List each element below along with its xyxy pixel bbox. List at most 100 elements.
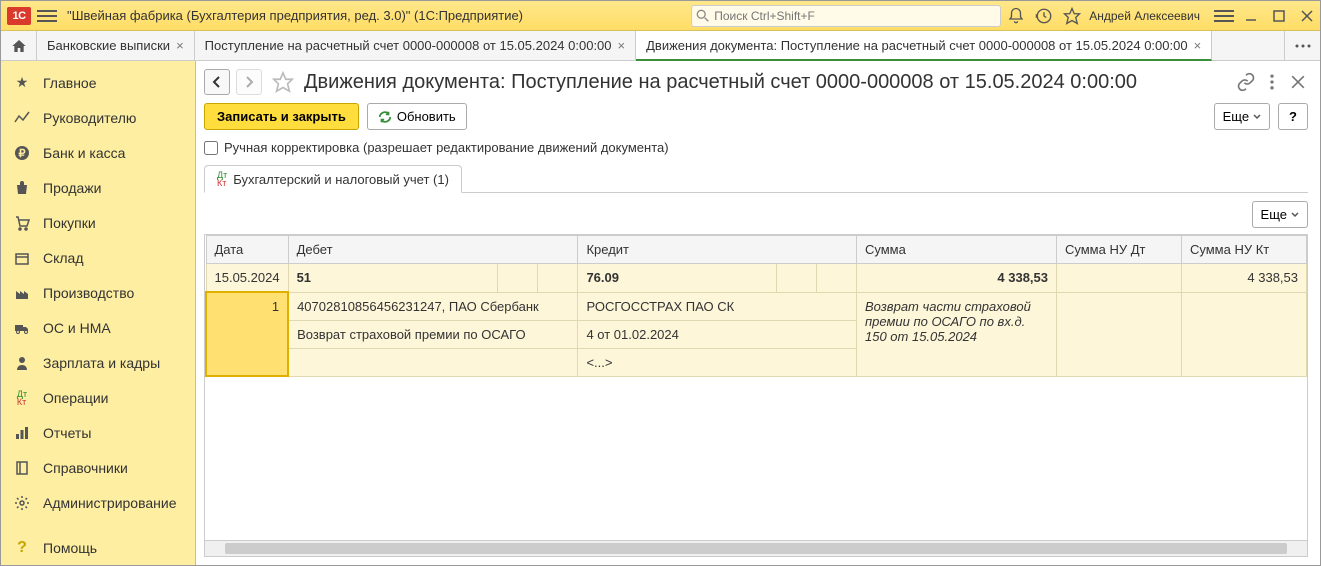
close-icon[interactable] (1300, 9, 1314, 23)
tab-receipt[interactable]: Поступление на расчетный счет 0000-00000… (195, 31, 636, 60)
sidebar-item-reports[interactable]: Отчеты (1, 415, 195, 450)
gear-icon (13, 494, 31, 512)
horizontal-scrollbar[interactable] (205, 540, 1307, 556)
row-number: 1 (206, 292, 288, 376)
save-close-button[interactable]: Записать и закрыть (204, 103, 359, 130)
tab-label: Банковские выписки (47, 38, 170, 53)
book-icon (13, 459, 31, 477)
tab-label: Поступление на расчетный счет 0000-00000… (205, 38, 612, 53)
header-nukt[interactable]: Сумма НУ Кт (1182, 236, 1307, 264)
back-button[interactable] (204, 69, 230, 95)
cell-credit-detail: 4 от 01.02.2024 (578, 320, 857, 348)
cell-sum-desc: Возврат части страховой премии по ОСАГО … (857, 292, 1057, 376)
table-row[interactable]: 1 40702810856456231247, ПАО Сбербанк РОС… (206, 292, 1307, 320)
sidebar-item-manager[interactable]: Руководителю (1, 100, 195, 135)
tab-accounting[interactable]: ДтКт Бухгалтерский и налоговый учет (1) (204, 165, 462, 193)
sidebar-item-label: Руководителю (43, 110, 136, 126)
tab-movements[interactable]: Движения документа: Поступление на расче… (636, 31, 1212, 61)
sidebar-item-label: Склад (43, 250, 84, 266)
cell-date: 15.05.2024 (206, 264, 288, 293)
more-button[interactable]: Еще (1214, 103, 1270, 130)
header-sum[interactable]: Сумма (857, 236, 1057, 264)
cell-credit-detail: РОСГОССТРАХ ПАО СК (578, 292, 857, 320)
sidebar-item-production[interactable]: Производство (1, 275, 195, 310)
sidebar-item-label: Продажи (43, 180, 101, 196)
refresh-icon (378, 110, 392, 124)
factory-icon (13, 284, 31, 302)
sidebar-item-help[interactable]: ? Помощь (1, 530, 195, 565)
tab-label: Движения документа: Поступление на расче… (646, 38, 1187, 53)
sidebar-item-purchases[interactable]: Покупки (1, 205, 195, 240)
minimize-icon[interactable] (1244, 9, 1258, 23)
sidebar-item-warehouse[interactable]: Склад (1, 240, 195, 275)
sidebar-item-directories[interactable]: Справочники (1, 450, 195, 485)
forward-button[interactable] (236, 69, 262, 95)
kebab-icon[interactable] (1262, 72, 1282, 92)
header-date[interactable]: Дата (206, 236, 288, 264)
search-input[interactable] (714, 9, 996, 23)
document-tabs: Банковские выписки × Поступление на расч… (1, 31, 1320, 61)
sidebar-item-hr[interactable]: Зарплата и кадры (1, 345, 195, 380)
header-debit[interactable]: Дебет (288, 236, 578, 264)
sidebar-item-label: Операции (43, 390, 109, 406)
refresh-button[interactable]: Обновить (367, 103, 467, 130)
truck-icon (13, 319, 31, 337)
star-icon[interactable] (1063, 7, 1081, 25)
search-icon (696, 9, 710, 23)
content-area: Движения документа: Поступление на расче… (196, 61, 1320, 565)
sidebar-item-label: Помощь (43, 540, 97, 556)
user-name[interactable]: Андрей Алексеевич (1089, 9, 1200, 23)
sidebar-item-label: Зарплата и кадры (43, 355, 160, 371)
table-row[interactable]: 15.05.2024 51 76.09 4 338,53 4 338,53 (206, 264, 1307, 293)
maximize-icon[interactable] (1272, 9, 1286, 23)
cell-debit-detail: Возврат страховой премии по ОСАГО (288, 320, 578, 348)
link-icon[interactable] (1236, 72, 1256, 92)
help-button[interactable]: ? (1278, 103, 1308, 130)
sidebar-item-main[interactable]: ★Главное (1, 65, 195, 100)
tab-close-icon[interactable]: × (176, 38, 184, 53)
sidebar-item-assets[interactable]: ОС и НМА (1, 310, 195, 345)
sidebar-item-admin[interactable]: Администрирование (1, 485, 195, 520)
table-more-button[interactable]: Еще (1252, 201, 1308, 228)
help-icon: ? (13, 539, 31, 557)
header-credit[interactable]: Кредит (578, 236, 857, 264)
sidebar-item-label: Справочники (43, 460, 128, 476)
header-nudt[interactable]: Сумма НУ Дт (1057, 236, 1182, 264)
manual-correction-label: Ручная корректировка (разрешает редактир… (224, 140, 669, 155)
inner-tab-label: Бухгалтерский и налоговый учет (1) (233, 172, 449, 187)
refresh-label: Обновить (397, 109, 456, 124)
tab-bank-statements[interactable]: Банковские выписки × (37, 31, 195, 60)
global-search[interactable] (691, 5, 1001, 27)
home-tab[interactable] (1, 31, 37, 60)
cell-sum: 4 338,53 (857, 264, 1057, 293)
manual-correction-checkbox[interactable] (204, 141, 218, 155)
cell-debit-detail: 40702810856456231247, ПАО Сбербанк (288, 292, 578, 320)
svg-text:₽: ₽ (19, 148, 26, 160)
tab-close-icon[interactable]: × (1194, 38, 1202, 53)
cell-nukt: 4 338,53 (1182, 264, 1307, 293)
dtkt-icon: ДтКт (217, 171, 227, 187)
cell-credit-acc: 76.09 (578, 264, 777, 293)
sidebar-item-label: Администрирование (43, 495, 177, 511)
page-title: Движения документа: Поступление на расче… (304, 71, 1230, 94)
history-icon[interactable] (1035, 7, 1053, 25)
chart-icon (13, 109, 31, 127)
user-menu-icon[interactable] (1214, 6, 1234, 26)
logo-1c: 1C (7, 7, 31, 25)
cell-debit-acc: 51 (288, 264, 498, 293)
sidebar-item-label: Покупки (43, 215, 96, 231)
bars-icon (13, 424, 31, 442)
favorite-icon[interactable] (272, 71, 294, 93)
bell-icon[interactable] (1007, 7, 1025, 25)
cell-nudt (1057, 264, 1182, 293)
sidebar-item-bank[interactable]: ₽Банк и касса (1, 135, 195, 170)
cart-icon (13, 214, 31, 232)
sidebar-item-operations[interactable]: ДтКтОперации (1, 380, 195, 415)
sidebar-item-sales[interactable]: Продажи (1, 170, 195, 205)
star-icon: ★ (13, 74, 31, 92)
menu-icon[interactable] (37, 6, 57, 26)
close-icon[interactable] (1288, 72, 1308, 92)
more-tabs-icon[interactable] (1284, 31, 1320, 60)
home-icon (11, 38, 27, 54)
tab-close-icon[interactable]: × (618, 38, 626, 53)
